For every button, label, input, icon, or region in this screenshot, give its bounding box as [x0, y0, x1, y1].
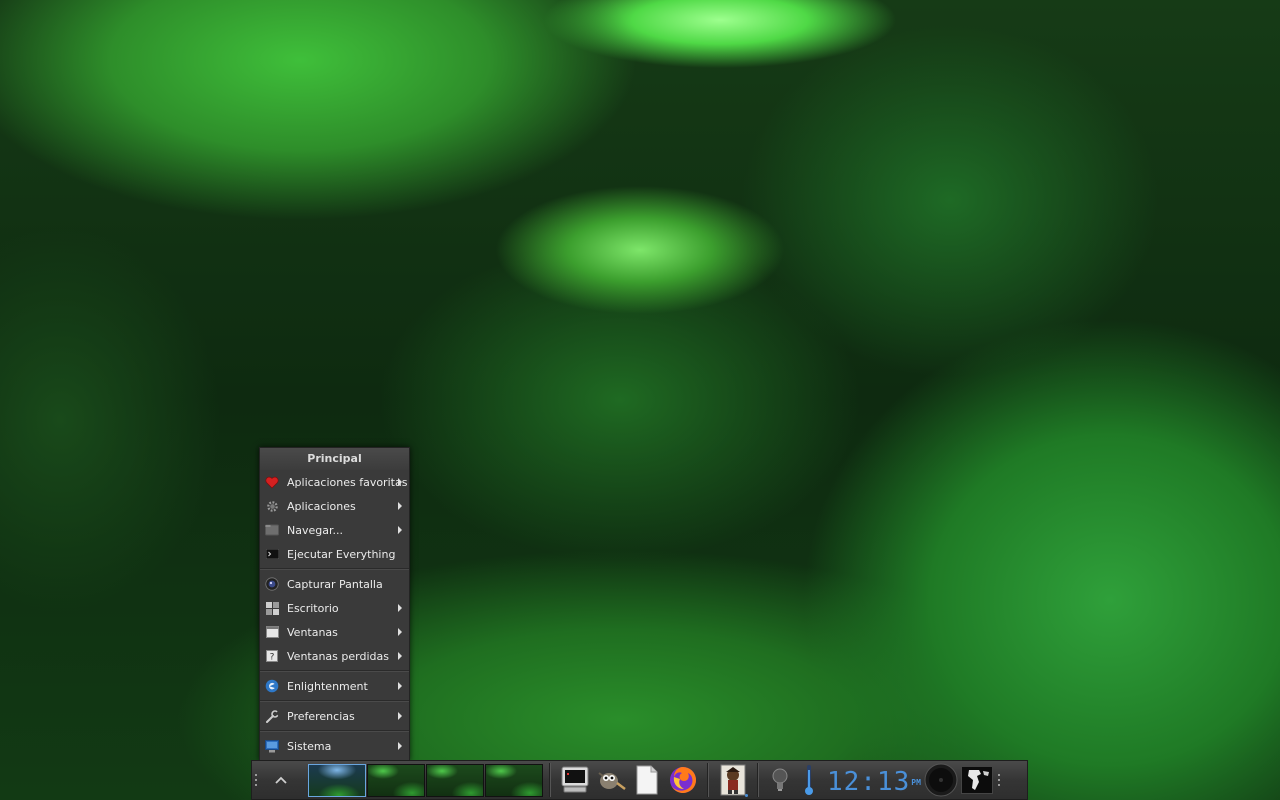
submenu-arrow-icon [398, 478, 402, 486]
menu-item-preferences[interactable]: Preferencias [260, 704, 409, 728]
menu-item-label: Preferencias [287, 709, 355, 723]
heart-icon [265, 475, 279, 489]
text-editor-icon[interactable] [629, 762, 665, 798]
desktop-pager [308, 763, 543, 797]
system-icon [265, 739, 279, 753]
camera-icon [265, 577, 279, 591]
world-map-icon[interactable] [959, 762, 995, 798]
start-menu-button[interactable] [264, 763, 298, 797]
menu-item-label: Escritorio [287, 601, 339, 615]
submenu-arrow-icon [398, 502, 402, 510]
submenu-arrow-icon [398, 628, 402, 636]
menu-item-browse[interactable]: Navegar... [260, 518, 409, 542]
menu-item-label: Aplicaciones [287, 499, 356, 513]
gimp-icon[interactable] [593, 762, 629, 798]
clock-time: 12:13 [827, 767, 911, 797]
submenu-arrow-icon [398, 712, 402, 720]
submenu-arrow-icon [398, 526, 402, 534]
gear-icon [265, 499, 279, 513]
pager-desktop-1[interactable] [308, 763, 366, 797]
terminal-launcher-icon[interactable] [557, 762, 593, 798]
main-menu: Principal Aplicaciones favoritas Aplicac… [259, 447, 410, 761]
shelf-grip-handle[interactable] [995, 765, 1003, 795]
menu-item-desktop[interactable]: Escritorio [260, 596, 409, 620]
menu-item-label: Sistema [287, 739, 332, 753]
window-icon [265, 625, 279, 639]
desktop-wallpaper [0, 0, 1280, 800]
shelf-grip-handle[interactable] [252, 765, 260, 795]
menu-item-run-everything[interactable]: Ejecutar Everything [260, 542, 409, 566]
menu-item-label: Enlightenment [287, 679, 368, 693]
desktop-grid-icon [265, 601, 279, 615]
menu-item-screenshot[interactable]: Capturar Pantalla [260, 572, 409, 596]
submenu-arrow-icon [398, 604, 402, 612]
submenu-arrow-icon [398, 742, 402, 750]
shelf-separator [707, 763, 709, 797]
menu-item-label: Navegar... [287, 523, 343, 537]
shelf-separator [757, 763, 759, 797]
lost-window-icon: ? [265, 649, 279, 663]
menu-title: Principal [260, 448, 409, 470]
terminal-icon [265, 547, 279, 561]
pager-desktop-4[interactable] [485, 763, 543, 797]
bottom-shelf: 12:13 PM [251, 760, 1028, 800]
running-indicator [745, 794, 748, 797]
menu-item-label: Ejecutar Everything [287, 547, 396, 561]
menu-item-applications[interactable]: Aplicaciones [260, 494, 409, 518]
thermometer-icon[interactable] [795, 762, 823, 798]
menu-item-favorite-apps[interactable]: Aplicaciones favoritas [260, 470, 409, 494]
enlightenment-icon [265, 679, 279, 693]
game-character-icon[interactable] [715, 762, 751, 798]
lightbulb-icon[interactable] [765, 762, 795, 798]
menu-item-label: Capturar Pantalla [287, 577, 383, 591]
firefox-icon[interactable] [665, 762, 701, 798]
pager-desktop-2[interactable] [367, 763, 425, 797]
menu-item-system[interactable]: Sistema [260, 734, 409, 758]
chevron-up-icon [275, 776, 287, 784]
mixer-knob-icon[interactable] [923, 762, 959, 798]
clock[interactable]: 12:13 PM [827, 765, 921, 795]
menu-item-windows[interactable]: Ventanas [260, 620, 409, 644]
menu-item-label: Ventanas [287, 625, 338, 639]
submenu-arrow-icon [398, 652, 402, 660]
menu-item-enlightenment[interactable]: Enlightenment [260, 674, 409, 698]
shelf-separator [549, 763, 551, 797]
wrench-icon [265, 709, 279, 723]
pager-desktop-3[interactable] [426, 763, 484, 797]
submenu-arrow-icon [398, 682, 402, 690]
menu-item-label: Aplicaciones favoritas [287, 475, 408, 489]
clock-ampm: PM [911, 778, 921, 787]
svg-text:?: ? [270, 653, 275, 663]
menu-item-lost-windows[interactable]: ? Ventanas perdidas [260, 644, 409, 668]
menu-item-label: Ventanas perdidas [287, 649, 389, 663]
folder-icon [265, 523, 279, 537]
